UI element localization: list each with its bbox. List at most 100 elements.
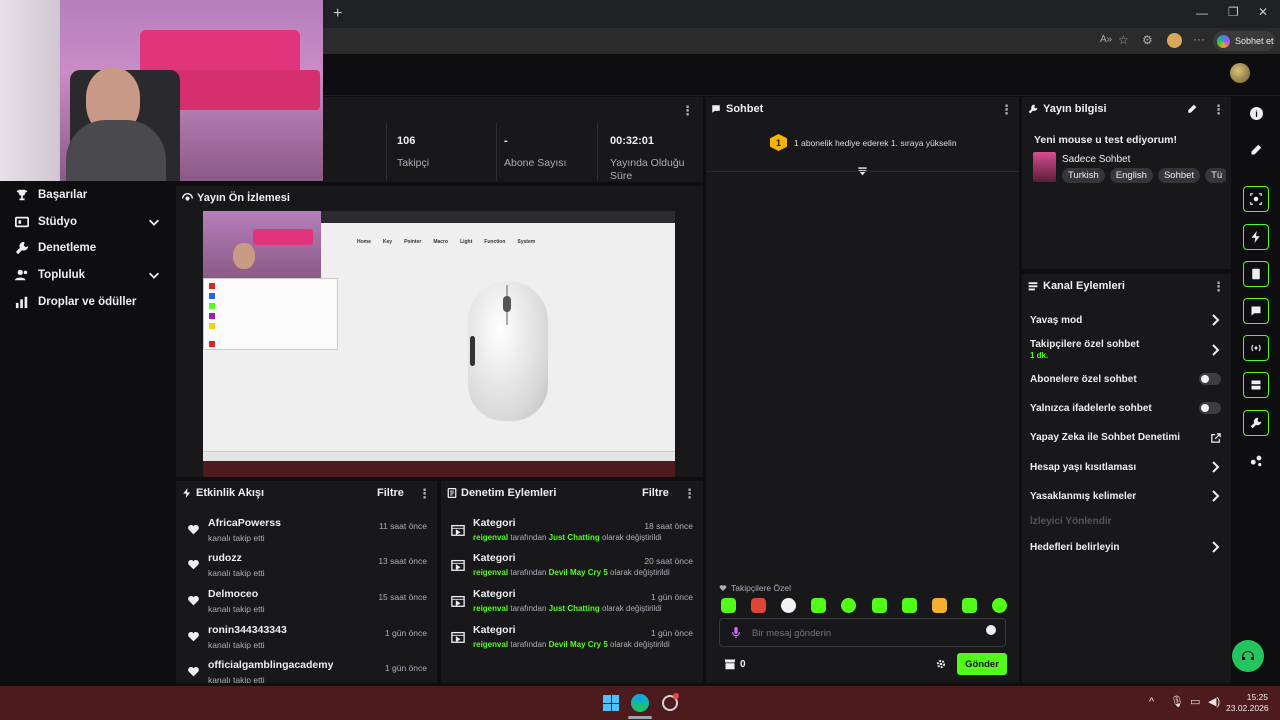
emote[interactable] [721, 598, 736, 613]
profile-avatar[interactable] [1167, 33, 1182, 48]
stream-category[interactable]: Sadece Sohbet [1062, 154, 1130, 165]
preview-webcam [203, 211, 321, 278]
emotes-only-toggle[interactable] [1199, 402, 1221, 414]
headset-icon [1242, 651, 1254, 660]
tag[interactable]: Turkish [1062, 168, 1105, 183]
heart-icon [188, 595, 199, 606]
moderation-menu-icon[interactable]: ⋮ [683, 486, 696, 502]
close-window-icon[interactable]: ✕ [1258, 5, 1268, 19]
edit-pencil-icon[interactable] [1187, 104, 1197, 114]
tray-chevron-up-icon[interactable]: ^ [1149, 696, 1154, 708]
chat-bubble-icon [712, 105, 720, 113]
followers-only-chat-row[interactable]: Takipçilere özel sohbet 1 dk. [1030, 339, 1221, 360]
channel-actions-icon [1028, 282, 1038, 291]
emote[interactable] [961, 598, 977, 613]
user-avatar[interactable] [1230, 63, 1250, 83]
chat-input-box[interactable] [719, 618, 1006, 647]
banned-words-row[interactable]: Yasaklanmış kelimeler [1030, 490, 1221, 502]
rail-chat-button[interactable] [1243, 298, 1269, 324]
log-icon [447, 488, 457, 498]
windows-start-icon[interactable] [603, 695, 619, 711]
subscribers-only-chat-row[interactable]: Abonelere özel sohbet [1030, 373, 1221, 385]
settings-gear-icon[interactable] [936, 659, 946, 669]
store-icon[interactable] [724, 658, 736, 670]
restore-icon[interactable]: ❐ [1228, 5, 1239, 19]
tag[interactable]: Sohbet [1157, 168, 1201, 183]
activity-menu-icon[interactable]: ⋮ [418, 486, 431, 502]
read-aloud-icon[interactable]: A» [1100, 34, 1112, 45]
emote[interactable] [751, 598, 767, 613]
emote[interactable] [811, 598, 827, 613]
rail-tools-button[interactable] [1243, 410, 1269, 436]
emote[interactable] [781, 598, 797, 613]
set-goals-row[interactable]: Hedefleri belirleyin [1030, 541, 1221, 553]
channel-actions-menu-icon[interactable]: ⋮ [1212, 279, 1225, 295]
moderation-filter-button[interactable]: Filtre [642, 487, 669, 499]
edge-browser-icon[interactable] [631, 694, 649, 712]
gift-sub-prompt[interactable]: 1 1 abonelik hediye ederek 1. sıraya yük… [770, 134, 957, 151]
sidebar-item-denetleme[interactable]: Denetleme [0, 235, 175, 262]
minimize-icon[interactable]: — [1196, 6, 1208, 20]
stats-menu-icon[interactable]: ⋮ [681, 103, 694, 119]
support-chat-button[interactable] [1232, 640, 1264, 672]
activity-item: officialgamblingacademy kanalı takip etti… [176, 659, 437, 683]
tag[interactable]: Tü [1205, 168, 1226, 183]
divider [386, 123, 387, 181]
chat-message-input[interactable] [752, 625, 972, 641]
emote[interactable] [871, 598, 887, 613]
chevron-right-icon [1212, 461, 1220, 473]
sidebar-item-studyo[interactable]: Stüdyo [0, 209, 175, 236]
tag[interactable]: English [1109, 168, 1153, 183]
volume-icon[interactable]: ◀) [1208, 695, 1220, 708]
lightning-icon [183, 488, 191, 498]
emote[interactable] [991, 598, 1007, 613]
divider [496, 123, 497, 181]
active-app-indicator [628, 716, 652, 719]
sidebar-item-topluluk[interactable]: Topluluk [0, 262, 175, 289]
activity-filter-button[interactable]: Filtre [377, 487, 404, 499]
emoji-icon[interactable] [986, 625, 996, 635]
microphone-tray-icon[interactable]: 🎙 [1170, 695, 1184, 708]
chat-menu-icon[interactable]: ⋮ [1000, 102, 1013, 118]
subscribers-only-toggle[interactable] [1199, 373, 1221, 385]
chevron-right-icon [1212, 541, 1220, 553]
microphone-icon[interactable] [731, 627, 741, 639]
moderation-item: Kategori reigenval tarafından Just Chatt… [441, 588, 703, 624]
rail-stream-info-button[interactable] [1243, 372, 1269, 398]
favorite-star-icon[interactable]: ☆ [1118, 33, 1129, 47]
rail-preview-button[interactable] [1243, 186, 1269, 212]
stream-info-menu-icon[interactable]: ⋮ [1212, 102, 1225, 118]
stream-title: Yeni mouse u test ediyorum! [1034, 134, 1177, 146]
send-button[interactable]: Gönder [957, 653, 1007, 675]
emotes-only-chat-row[interactable]: Yalnızca ifadelerle sohbet [1030, 402, 1221, 414]
rail-moderation-log-button[interactable] [1243, 261, 1269, 287]
system-clock[interactable]: 15:25 23.02.2026 [1226, 692, 1269, 714]
stat-followers: 106 Takipçi [397, 135, 430, 169]
info-icon[interactable]: i [1250, 107, 1263, 120]
sidebar-item-droplar[interactable]: Droplar ve ödüller [0, 288, 175, 315]
sidebar-item-basarilar[interactable]: Başarılar [0, 182, 175, 209]
preview-mouse-image [468, 281, 548, 421]
extensions-icon[interactable]: ⚙ [1142, 33, 1153, 47]
preview-title: Yayın Ön İzlemesi [197, 192, 290, 204]
category-thumbnail[interactable] [1033, 152, 1056, 182]
studio-icon [15, 216, 29, 228]
new-tab-button[interactable]: + [333, 5, 342, 23]
channel-actions-title: Kanal Eylemleri [1043, 280, 1125, 292]
rail-activity-button[interactable] [1243, 224, 1269, 250]
copilot-chat-button[interactable]: Sobhet et [1213, 31, 1275, 51]
network-icon[interactable]: ▭ [1190, 695, 1200, 708]
emote[interactable] [901, 598, 917, 613]
edit-pencil-icon[interactable] [1250, 144, 1262, 156]
emote[interactable] [931, 598, 947, 613]
browser-more-icon[interactable]: ··· [1193, 32, 1205, 46]
channel-actions-panel: Kanal Eylemleri ⋮ Yavaş mod Takipçilere … [1022, 274, 1231, 683]
emote[interactable] [841, 598, 857, 613]
community-icon[interactable] [1250, 454, 1263, 467]
ai-moderation-row[interactable]: Yapay Zeka ile Sohbet Denetimi [1030, 432, 1221, 443]
chat-bubble-icon [1251, 306, 1261, 316]
account-age-row[interactable]: Hesap yaşı kısıtlaması [1030, 461, 1221, 473]
rail-broadcast-button[interactable] [1243, 335, 1269, 361]
stream-preview-video[interactable]: Home Key Pointer Macro Light Function System [203, 211, 675, 477]
slow-mode-row[interactable]: Yavaş mod [1030, 314, 1221, 326]
